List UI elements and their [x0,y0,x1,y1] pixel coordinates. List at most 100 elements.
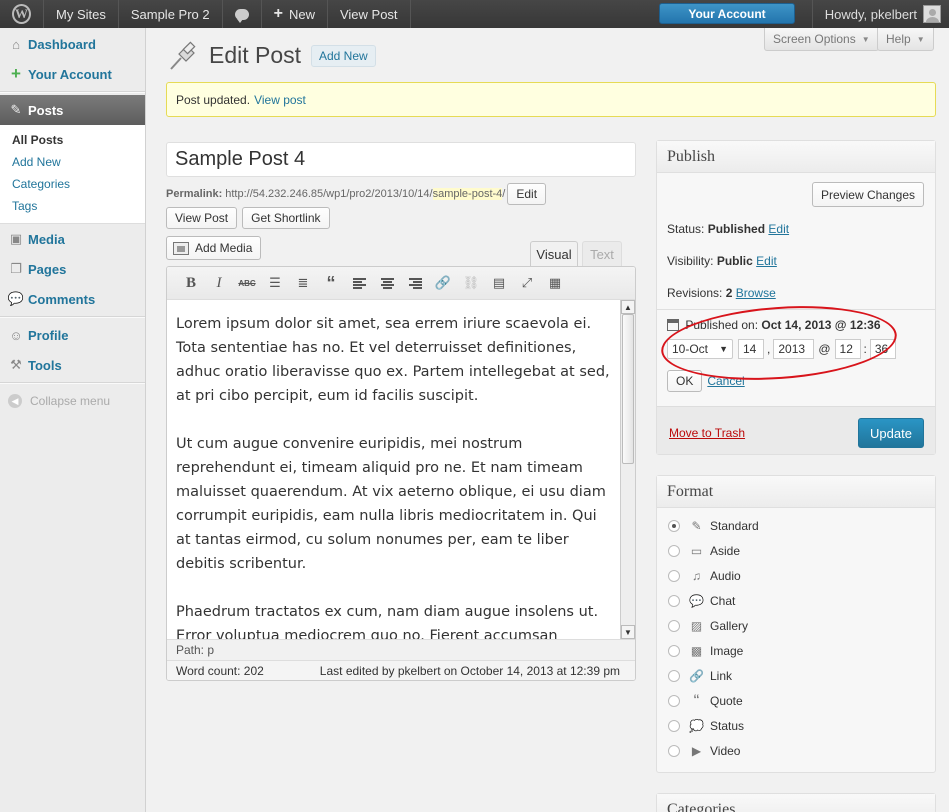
unlink-icon[interactable]: ⛓ [457,273,485,293]
permalink-base[interactable]: http://54.232.246.85/wp1/pro2/2013/10/14… [225,188,432,200]
move-to-trash-link[interactable]: Move to Trash [669,426,745,440]
submenu-all-posts[interactable]: All Posts [0,129,145,151]
radio-button[interactable] [668,595,680,607]
get-shortlink-button[interactable]: Get Shortlink [242,207,330,229]
bullet-list-icon[interactable]: ☰ [261,273,289,293]
edit-status-link[interactable]: Edit [768,222,789,236]
format-option-quote[interactable]: “ Quote [668,691,743,710]
view-post-link[interactable]: View post [254,93,306,107]
align-center-icon[interactable] [373,273,401,293]
format-label: Video [710,744,741,758]
help-button[interactable]: Help ▼ [877,28,934,51]
browse-revisions-link[interactable]: Browse [736,286,776,300]
align-right-icon[interactable] [401,273,429,293]
comments-menu[interactable] [223,0,262,28]
my-sites-menu[interactable]: My Sites [44,0,119,28]
radio-button[interactable] [668,695,680,707]
submenu-categories[interactable]: Categories [0,173,145,195]
tab-visual[interactable]: Visual [530,241,578,266]
quote-icon: “ [693,691,700,710]
your-account-button[interactable]: Your Account [659,3,795,24]
format-option-gallery[interactable]: ▨ Gallery [668,618,748,634]
editor-scrollbar[interactable]: ▲ ▼ [620,300,635,639]
insert-link-icon[interactable]: 🔗 [429,273,457,293]
format-label: Image [710,644,744,658]
radio-button[interactable] [668,520,680,532]
view-post-link[interactable]: View Post [328,0,411,28]
edit-permalink-button[interactable]: Edit [507,183,547,205]
collapse-menu-button[interactable]: ◀ Collapse menu [0,386,145,416]
view-post-button[interactable]: View Post [166,207,238,229]
sidebar-item-your-account[interactable]: + Your Account [0,59,145,89]
numbered-list-icon[interactable]: ≣ [289,273,317,293]
sidebar-item-profile[interactable]: ☺ Profile [0,320,145,350]
comment-bubble-icon [234,8,249,23]
radio-button[interactable] [668,745,680,757]
format-option-chat[interactable]: 💬 Chat [668,593,735,609]
permalink-end: / [502,188,506,200]
permalink-slug[interactable]: sample-post-4 [432,188,503,200]
sidebar-item-label: Media [28,231,65,247]
radio-button[interactable] [668,720,680,732]
preview-changes-button[interactable]: Preview Changes [811,182,924,207]
status-label: Status: [667,222,705,236]
paragraph: Lorem ipsum dolor sit amet, sea errem ir… [176,316,610,404]
kitchen-sink-icon[interactable]: ▦ [541,273,569,293]
editor-content[interactable]: Lorem ipsum dolor sit amet, sea errem ir… [167,300,620,639]
page-title: Edit Post [209,42,302,68]
format-label: Aside [710,544,741,558]
scrollbar-thumb[interactable] [622,314,634,464]
radio-button[interactable] [668,545,680,557]
format-label: Audio [710,569,741,583]
scroll-up-arrow-icon[interactable]: ▲ [621,300,635,314]
sidebar-item-dashboard[interactable]: ⌂ Dashboard [0,29,145,59]
plus-icon: + [273,5,283,22]
screen-options-button[interactable]: Screen Options ▼ [764,28,879,51]
site-name-menu[interactable]: Sample Pro 2 [119,0,223,28]
submenu-tags[interactable]: Tags [0,195,145,217]
sidebar-item-media[interactable]: ▣ Media [0,224,145,254]
radio-button[interactable] [668,570,680,582]
strikethrough-icon[interactable]: ABC [233,273,261,293]
wordpress-logo-menu[interactable]: W [0,0,44,28]
sidebar-item-posts[interactable]: ✎ Posts [0,95,145,125]
format-option-standard[interactable]: ✎ Standard [668,518,759,534]
tools-icon: ⚒ [10,357,22,372]
radio-button[interactable] [668,645,680,657]
format-label: Quote [710,694,743,708]
format-option-video[interactable]: ▶ Video [668,743,740,759]
radio-button[interactable] [668,620,680,632]
new-label: New [288,6,315,22]
fullscreen-icon[interactable]: ⤢ [513,273,541,293]
new-content-menu[interactable]: + New [262,0,328,28]
update-button[interactable]: Update [858,418,924,448]
sidebar-item-label: Pages [28,261,67,277]
bold-icon[interactable]: B [177,273,205,293]
sidebar-item-label: Posts [28,102,64,118]
permalink-buttons: View Post Get Shortlink [166,207,330,229]
insert-more-icon[interactable]: ▤ [485,273,513,293]
post-status-row: Status: Published Edit [667,222,789,236]
scroll-down-arrow-icon[interactable]: ▼ [621,625,635,639]
post-title-input[interactable]: Sample Post 4 [166,142,636,177]
format-option-audio[interactable]: ♫ Audio [668,568,741,584]
user-account-menu[interactable]: Howdy, pkelbert [811,0,949,28]
format-option-aside[interactable]: ▭ Aside [668,543,740,559]
align-left-icon[interactable] [345,273,373,293]
dashboard-icon: ⌂ [12,36,20,52]
blockquote-icon[interactable]: “ [317,273,345,293]
sidebar-item-pages[interactable]: ❐ Pages [0,254,145,284]
radio-button[interactable] [668,670,680,682]
collapse-arrow-icon: ◀ [8,394,22,408]
edit-visibility-link[interactable]: Edit [756,254,777,268]
format-option-image[interactable]: ▩ Image [668,643,743,659]
tab-text[interactable]: Text [582,241,622,266]
add-media-button[interactable]: Add Media [166,236,262,260]
format-option-status[interactable]: 💭 Status [668,718,744,734]
sidebar-item-tools[interactable]: ⚒ Tools [0,350,145,380]
submenu-add-new[interactable]: Add New [0,151,145,173]
format-option-link[interactable]: 🔗 Link [668,668,732,684]
add-new-button[interactable]: Add New [311,45,376,67]
sidebar-item-comments[interactable]: 💬 Comments [0,284,145,314]
italic-icon[interactable]: I [205,273,233,293]
